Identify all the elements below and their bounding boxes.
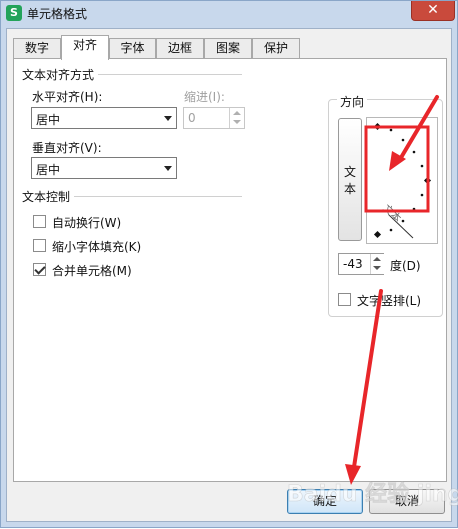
horizontal-align-value: 居中 xyxy=(36,113,61,127)
tab-pattern[interactable]: 图案 xyxy=(204,38,252,59)
chevron-down-icon xyxy=(164,116,172,121)
chevron-down-icon xyxy=(164,166,172,171)
dial-dot xyxy=(420,193,424,197)
dialog-window: S 单元格格式 ✕ 数字 对齐 字体 边框 图案 保护 文本对齐方式 水平对齐(… xyxy=(0,0,458,528)
checkbox-box[interactable] xyxy=(33,215,46,228)
vertical-text-checkbox[interactable]: 文字竖排(L) xyxy=(338,291,438,309)
orientation-dial-graphic: 文本 xyxy=(373,122,432,239)
orientation-group-title: 方向 xyxy=(337,93,368,110)
app-icon: S xyxy=(6,5,22,21)
ok-button[interactable]: 确定 xyxy=(287,489,363,514)
arrow-up-icon xyxy=(373,257,381,261)
indent-value: 0 xyxy=(188,111,196,125)
vertical-text-button[interactable]: 文 本 xyxy=(338,118,362,241)
dial-dot xyxy=(420,164,424,168)
spinner-buttons[interactable] xyxy=(370,254,384,274)
dial-dot xyxy=(389,128,393,132)
spinner-buttons[interactable] xyxy=(229,108,244,128)
close-button[interactable]: ✕ xyxy=(411,1,455,21)
dial-dot xyxy=(389,228,393,232)
vertical-text-checkbox-label: 文字竖排(L) xyxy=(357,294,422,308)
degree-label: 度(D) xyxy=(390,259,421,273)
arrow-down-icon xyxy=(233,120,241,124)
vertical-align-value: 居中 xyxy=(36,163,61,177)
dial-dot xyxy=(401,138,405,142)
vertical-text-char: 文 xyxy=(344,165,357,179)
arrow-down-icon xyxy=(373,266,381,270)
shrink-to-fit-checkbox[interactable]: 缩小字体填充(K) xyxy=(33,237,163,255)
checkbox-box[interactable] xyxy=(338,293,351,306)
dial-marker-bottom xyxy=(373,230,382,239)
indent-label: 缩进(I): xyxy=(184,90,225,104)
arrow-up-icon xyxy=(233,111,241,115)
horizontal-align-label: 水平对齐(H): xyxy=(32,90,103,104)
horizontal-align-select[interactable]: 居中 xyxy=(31,107,177,129)
cancel-button[interactable]: 取消 xyxy=(369,489,445,514)
dialog-client: 数字 对齐 字体 边框 图案 保护 文本对齐方式 水平对齐(H): 居中 缩进(… xyxy=(6,28,452,522)
tab-number[interactable]: 数字 xyxy=(13,38,61,59)
dial-angle-text: 文本 xyxy=(381,202,404,225)
vertical-align-label: 垂直对齐(V): xyxy=(32,141,102,155)
checkbox-box[interactable] xyxy=(33,239,46,252)
shrink-to-fit-label: 缩小字体填充(K) xyxy=(52,240,142,254)
vertical-text-char: 本 xyxy=(344,182,357,196)
dial-dot xyxy=(412,207,416,211)
merge-cells-label: 合并单元格(M) xyxy=(52,264,132,278)
alignment-group-title: 文本对齐方式 xyxy=(22,66,99,83)
indent-spinner[interactable]: 0 xyxy=(183,107,245,129)
vertical-align-select[interactable]: 居中 xyxy=(31,157,177,179)
tab-font[interactable]: 字体 xyxy=(109,38,156,59)
tab-border[interactable]: 边框 xyxy=(156,38,204,59)
checkbox-box-checked[interactable] xyxy=(33,263,46,276)
dial-dot xyxy=(412,150,416,154)
tab-protection[interactable]: 保护 xyxy=(252,38,300,59)
dial-dot xyxy=(401,219,405,223)
dial-marker-middle xyxy=(423,176,432,185)
degree-spinner[interactable]: -43 xyxy=(338,253,384,275)
wrap-text-checkbox[interactable]: 自动换行(W) xyxy=(33,213,153,231)
merge-cells-checkbox[interactable]: 合并单元格(M) xyxy=(33,261,153,279)
dial-marker-top xyxy=(373,122,382,131)
window-title: 单元格格式 xyxy=(27,7,88,21)
title-bar[interactable]: S 单元格格式 ✕ xyxy=(1,1,457,27)
text-control-group-title: 文本控制 xyxy=(22,188,75,205)
degree-value: -43 xyxy=(343,257,363,271)
alignment-tab-panel: 文本对齐方式 水平对齐(H): 居中 缩进(I): 0 垂直对齐(V): 居中 xyxy=(13,58,447,482)
tab-alignment[interactable]: 对齐 xyxy=(61,35,109,60)
orientation-dial[interactable]: 文本 xyxy=(366,117,438,244)
wrap-text-label: 自动换行(W) xyxy=(52,216,122,230)
